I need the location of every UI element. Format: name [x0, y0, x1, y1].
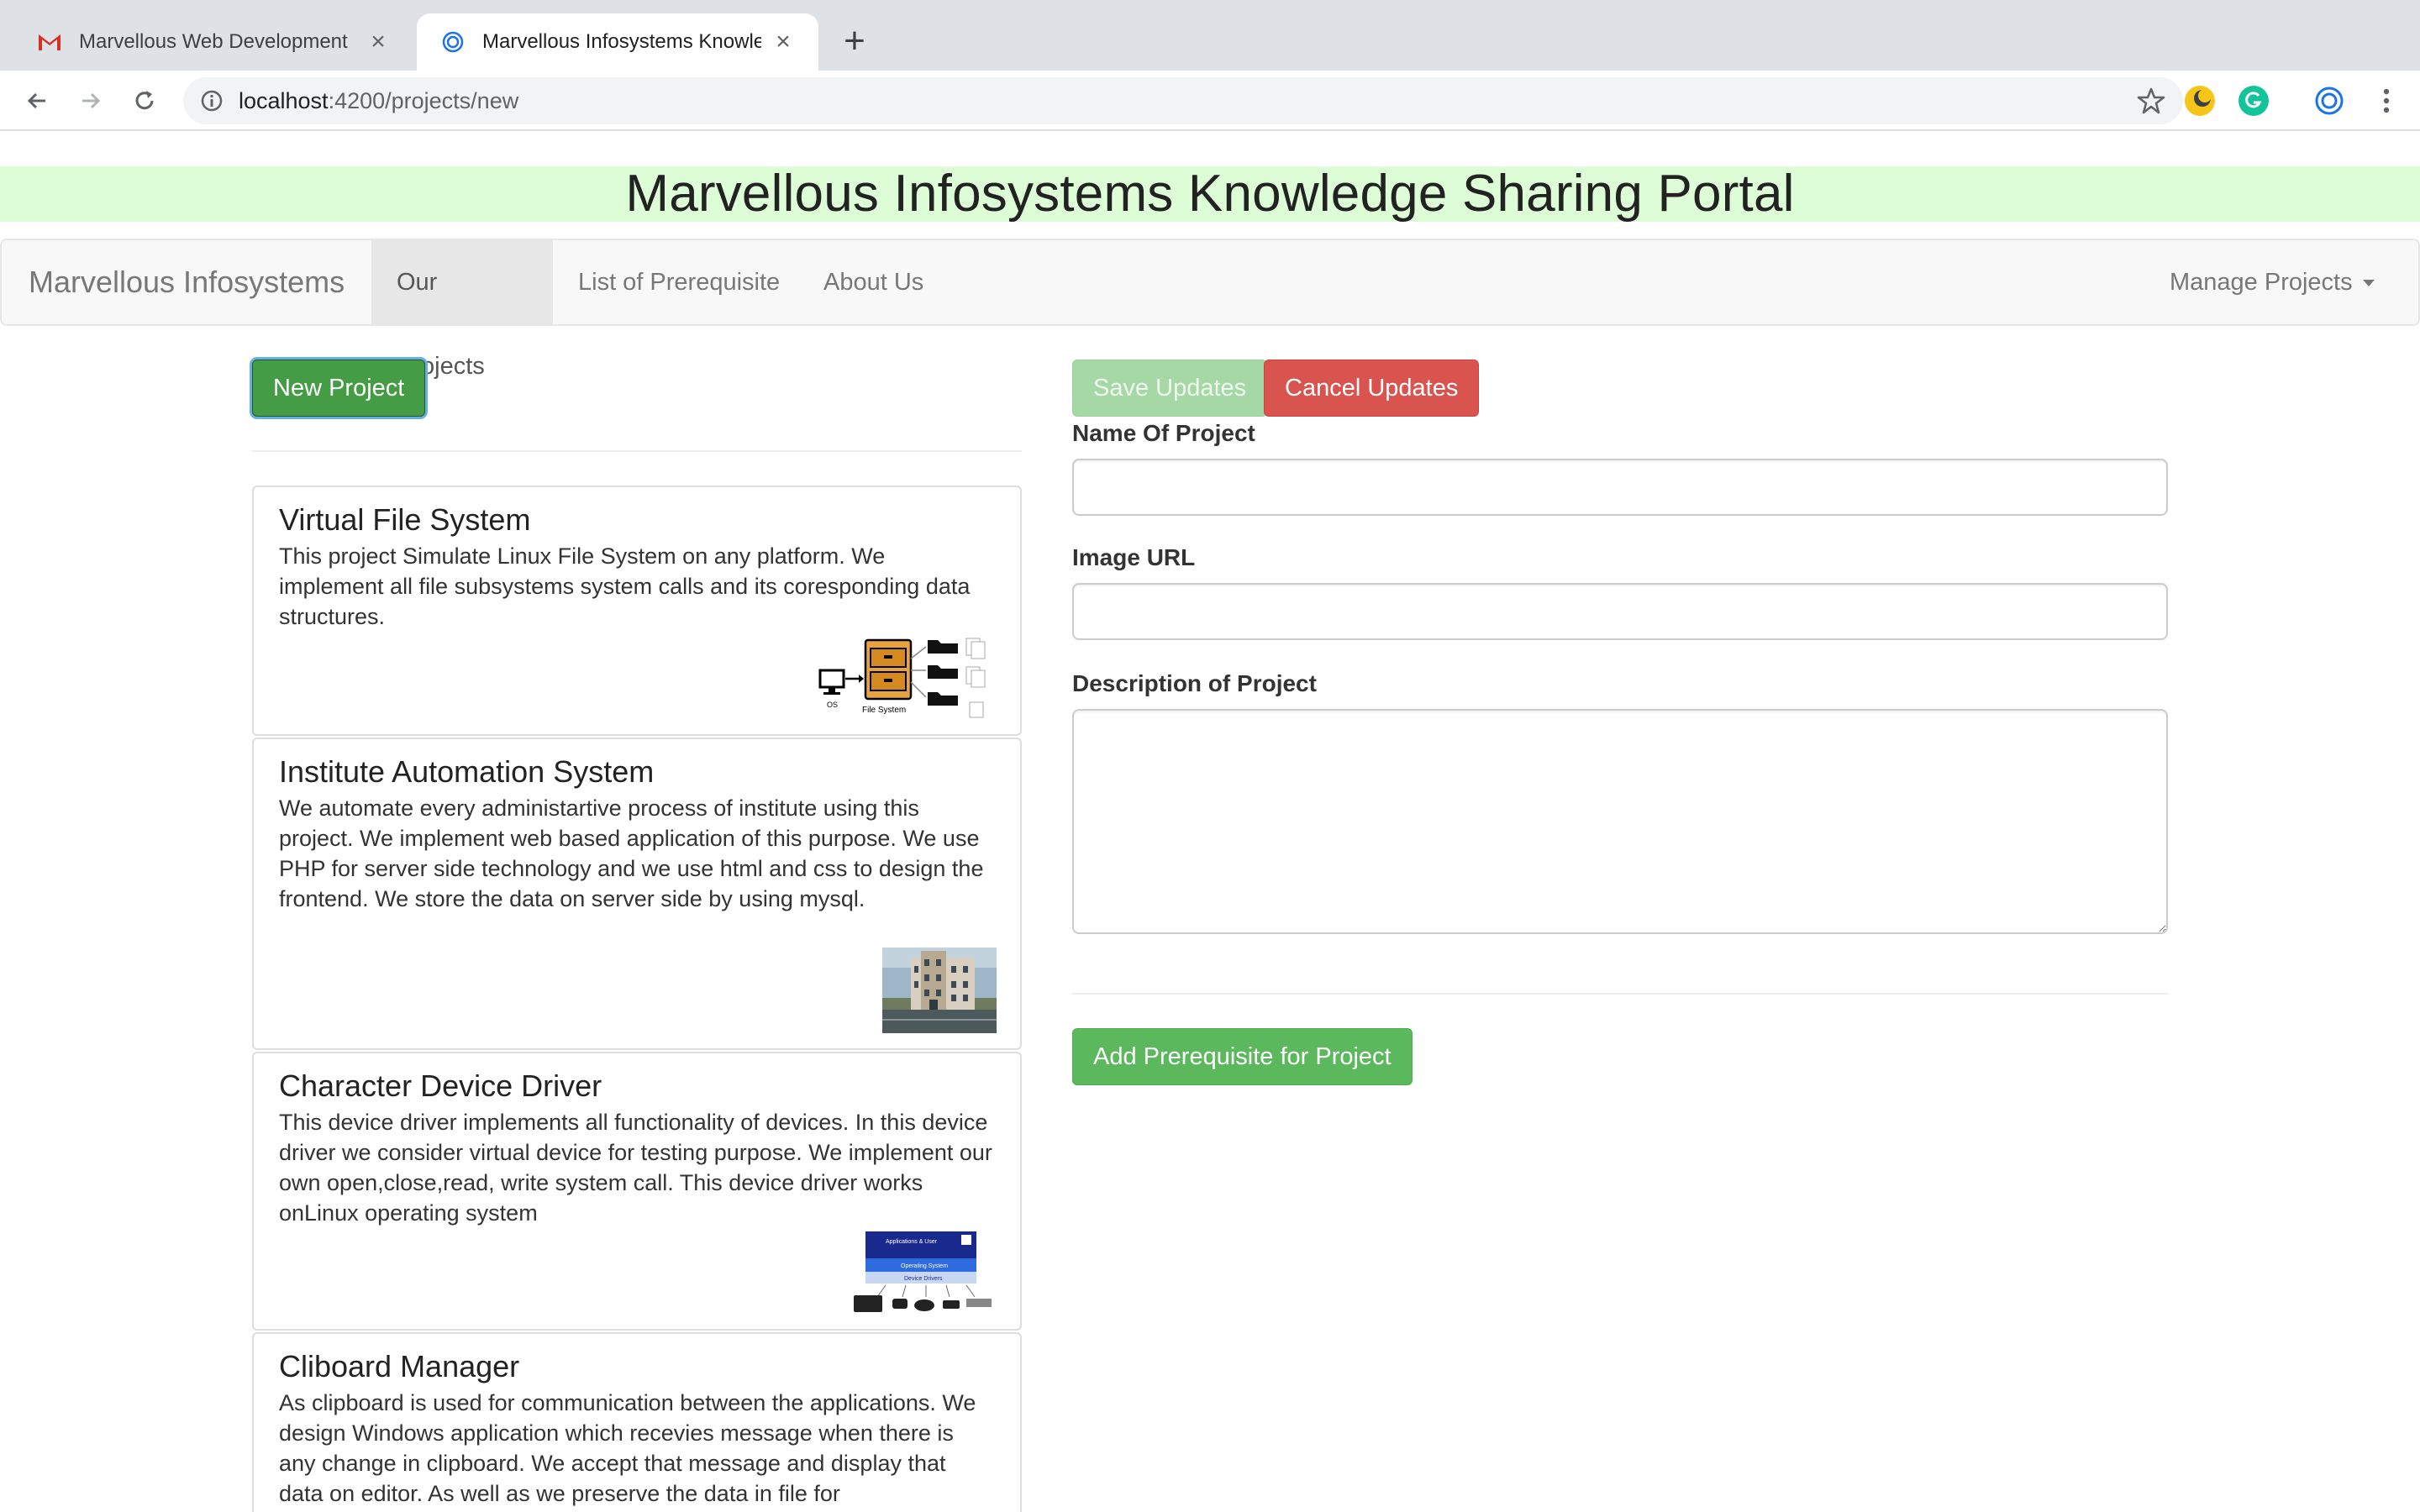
divider	[1072, 993, 2168, 995]
add-prerequisite-button[interactable]: Add Prerequisite for Project	[1072, 1028, 1413, 1085]
project-description: We automate every administartive process…	[279, 795, 984, 911]
address-bar[interactable]: localhost:4200/projects/new	[183, 77, 2183, 124]
browser-tab-portal[interactable]: Marvellous Infosystems Knowle ×	[417, 13, 818, 71]
building-photo	[882, 948, 997, 1033]
nav-item-prerequisites[interactable]: List of Prerequisite	[553, 240, 805, 324]
cancel-updates-button[interactable]: Cancel Updates	[1264, 360, 1480, 417]
file-system-label: File System	[862, 706, 906, 715]
browser-menu-icon[interactable]	[2370, 84, 2403, 118]
profile-extension-icon[interactable]	[2314, 86, 2344, 116]
main-navbar: Marvellous Infosystems Our Projects List…	[0, 239, 2420, 380]
description-label: Description of Project	[1072, 670, 1317, 696]
nav-item-our-projects[interactable]: Our Projects	[371, 240, 553, 380]
apps-layer-label: Applications & User	[886, 1239, 938, 1245]
reload-icon[interactable]	[126, 82, 163, 119]
browser-toolbar: localhost:4200/projects/new	[0, 71, 2420, 131]
back-arrow-icon[interactable]	[18, 82, 55, 119]
project-title: Cliboard Manager	[279, 1349, 520, 1383]
info-icon[interactable]	[198, 87, 225, 114]
device-driver-diagram: Applications & User Operating System Dev…	[854, 1231, 992, 1312]
gmail-icon	[35, 28, 64, 56]
new-tab-button[interactable]: +	[834, 20, 876, 62]
portal-banner: Marvellous Infosystems Knowledge Sharing…	[0, 166, 2420, 222]
os-label: OS	[827, 701, 838, 709]
project-card[interactable]: Cliboard Manager As clipboard is used fo…	[252, 1332, 1022, 1512]
project-card[interactable]: Institute Automation System We automate …	[252, 738, 1022, 1050]
app-icon	[439, 28, 467, 56]
project-description: This device driver implements all functi…	[279, 1110, 992, 1226]
project-title: Virtual File System	[279, 502, 531, 537]
url-path: :4200/projects/new	[328, 88, 519, 113]
file-system-diagram: OS File System	[818, 638, 986, 718]
manage-projects-dropdown[interactable]: Manage Projects	[2144, 240, 2400, 324]
page-title: Marvellous Infosystems Knowledge Sharing…	[625, 165, 1795, 223]
url-text: localhost:4200/projects/new	[239, 77, 518, 124]
moon-extension-icon[interactable]	[2185, 86, 2215, 116]
project-card[interactable]: Character Device Driver This device driv…	[252, 1052, 1022, 1331]
grammarly-extension-icon[interactable]	[2238, 86, 2269, 116]
browser-tab-gmail[interactable]: Marvellous Web Development ×	[13, 13, 413, 71]
project-title: Character Device Driver	[279, 1068, 602, 1103]
url-host: localhost	[239, 88, 329, 113]
close-icon[interactable]: ×	[365, 29, 392, 55]
divider	[252, 450, 1022, 452]
save-updates-button[interactable]: Save Updates	[1072, 360, 1268, 417]
manage-projects-label: Manage Projects	[2170, 269, 2353, 296]
caret-down-icon	[2362, 280, 2375, 287]
forward-arrow-icon[interactable]	[72, 82, 109, 119]
image-url-label: Image URL	[1072, 544, 1196, 570]
project-card[interactable]: Virtual File System This project Simulat…	[252, 486, 1022, 736]
os-layer-label: Operating System	[901, 1263, 948, 1269]
close-icon[interactable]: ×	[770, 29, 797, 55]
nav-item-about-us[interactable]: About Us	[798, 240, 949, 324]
project-description: This project Simulate Linux File System …	[279, 543, 971, 629]
project-name-label: Name Of Project	[1072, 420, 1255, 446]
drivers-layer-label: Device Drivers	[904, 1276, 943, 1282]
project-title: Institute Automation System	[279, 754, 655, 789]
description-textarea[interactable]	[1072, 709, 2168, 934]
bookmark-star-icon[interactable]	[2136, 86, 2166, 116]
new-project-button[interactable]: New Project	[252, 360, 426, 417]
project-description: As clipboard is used for communication b…	[279, 1390, 976, 1506]
tab-title: Marvellous Infosystems Knowle	[482, 30, 761, 53]
image-url-field[interactable]	[1072, 583, 2168, 640]
browser-tabstrip: Marvellous Web Development × Marvellous …	[0, 0, 2420, 71]
tab-title: Marvellous Web Development	[79, 30, 348, 53]
navbar-brand[interactable]: Marvellous Infosystems	[29, 240, 345, 324]
project-name-field[interactable]	[1072, 459, 2168, 516]
